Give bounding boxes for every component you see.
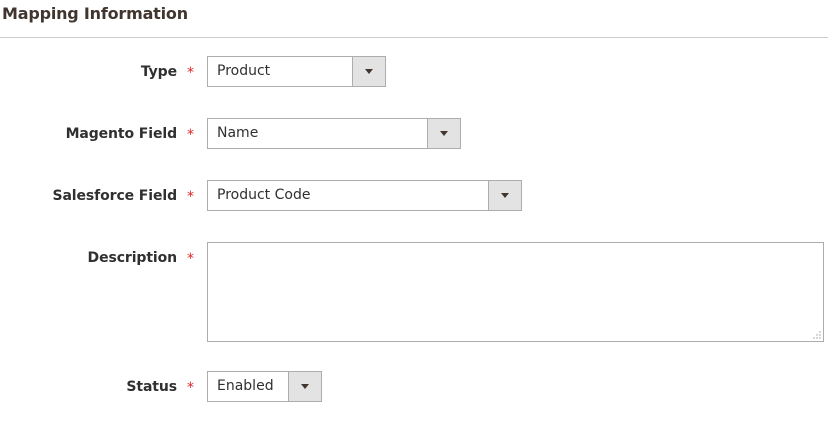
chevron-down-icon (301, 384, 309, 389)
status-select-value: Enabled (217, 378, 274, 394)
status-label: Status (126, 379, 177, 395)
chevron-down-icon (440, 131, 448, 136)
status-select[interactable]: Enabled (207, 371, 322, 402)
status-required-marker: * (187, 380, 194, 396)
salesforce-field-select-toggle[interactable] (488, 181, 521, 210)
chevron-down-icon (501, 193, 509, 198)
magento-field-label: Magento Field (65, 126, 178, 142)
salesforce-field-select[interactable]: Product Code (207, 180, 522, 211)
type-required-marker: * (187, 65, 194, 81)
type-label: Type (140, 64, 177, 80)
type-select-toggle[interactable] (352, 57, 385, 86)
description-required-marker: * (187, 251, 194, 267)
magento-field-required-marker: * (187, 127, 194, 143)
magento-field-select-toggle[interactable] (427, 119, 460, 148)
salesforce-field-label: Salesforce Field (52, 188, 177, 204)
salesforce-field-select-value: Product Code (217, 187, 311, 203)
section-title: Mapping Information (2, 4, 188, 23)
resize-grip-icon[interactable] (813, 331, 821, 339)
status-select-toggle[interactable] (288, 372, 321, 401)
description-label: Description (87, 250, 178, 266)
magento-field-select-value: Name (217, 125, 259, 141)
salesforce-field-required-marker: * (187, 189, 194, 205)
chevron-down-icon (365, 69, 373, 74)
description-textarea[interactable] (207, 242, 824, 342)
magento-field-select[interactable]: Name (207, 118, 461, 149)
type-select-value: Product (217, 63, 271, 79)
type-select[interactable]: Product (207, 56, 386, 87)
section-divider (0, 37, 828, 38)
